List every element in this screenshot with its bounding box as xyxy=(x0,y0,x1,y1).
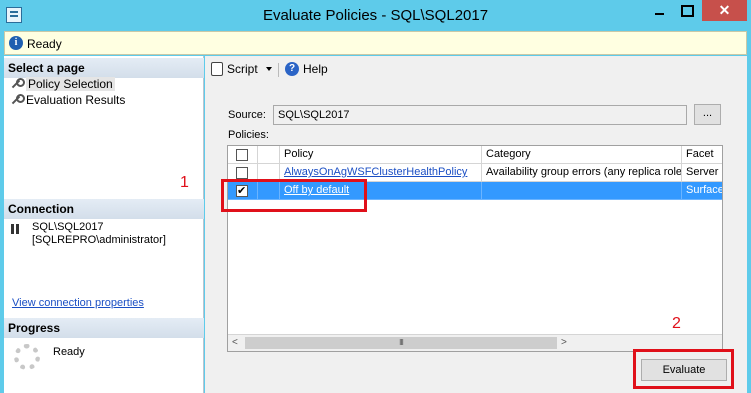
wrench-icon xyxy=(10,78,25,90)
browse-button[interactable]: ... xyxy=(694,104,721,125)
toolbar-separator xyxy=(278,63,279,77)
window-title: Evaluate Policies - SQL\SQL2017 xyxy=(262,7,489,24)
category-cell: Availability group errors (any replica r… xyxy=(482,164,682,182)
maximize-button[interactable] xyxy=(674,0,700,21)
info-icon: i xyxy=(9,36,23,50)
grid-header-row: Policy Category Facet xyxy=(228,146,722,164)
facet-cell: Server xyxy=(682,164,722,182)
script-label: Script xyxy=(227,62,258,76)
policy-checkbox[interactable] xyxy=(236,167,248,179)
status-text: Ready xyxy=(27,37,62,51)
main-pane: Script ? Help Source: SQL\SQL2017 ... Po… xyxy=(205,56,747,393)
select-all-checkbox[interactable] xyxy=(236,149,248,161)
script-icon xyxy=(211,62,223,76)
scroll-left-arrow[interactable]: < xyxy=(232,337,238,348)
connection-icon xyxy=(10,222,24,236)
column-header-policy[interactable]: Policy xyxy=(280,146,482,164)
select-page-header: Select a page xyxy=(4,58,204,78)
column-header-category[interactable]: Category xyxy=(482,146,682,164)
page-evaluation-results[interactable]: Evaluation Results xyxy=(10,92,125,108)
page-label: Evaluation Results xyxy=(26,93,126,107)
help-button[interactable]: ? Help xyxy=(285,62,328,76)
help-label: Help xyxy=(303,62,328,76)
policies-label: Policies: xyxy=(228,129,269,141)
script-button[interactable]: Script xyxy=(211,62,272,76)
annotation-number-2: 2 xyxy=(672,315,681,332)
close-button[interactable]: ✕ xyxy=(702,0,747,21)
source-field[interactable]: SQL\SQL2017 xyxy=(273,105,687,125)
toolbar: Script ? Help xyxy=(205,56,747,83)
scroll-thumb[interactable]: III xyxy=(245,337,557,349)
title-bar: Evaluate Policies - SQL\SQL2017 ✕ xyxy=(0,0,751,31)
policy-link[interactable]: AlwaysOnAgWSFClusterHealthPolicy xyxy=(284,166,467,178)
column-header-facet[interactable]: Facet xyxy=(682,146,722,164)
wrench-icon xyxy=(10,94,25,106)
facet-cell: Surface xyxy=(682,182,722,200)
connection-server: SQL\SQL2017 xyxy=(32,221,104,233)
minimize-button[interactable] xyxy=(646,0,672,21)
page-policy-selection[interactable]: Policy Selection xyxy=(10,76,115,92)
view-connection-properties-link[interactable]: View connection properties xyxy=(12,297,144,309)
page-label: Policy Selection xyxy=(26,77,115,91)
connection-header: Connection xyxy=(4,199,204,219)
source-label: Source: xyxy=(228,109,266,121)
progress-status: Ready xyxy=(53,346,85,358)
progress-header: Progress xyxy=(4,318,204,338)
annotation-box-1 xyxy=(221,179,367,212)
connection-user: [SQLREPRO\administrator] xyxy=(32,234,166,246)
annotation-number-1: 1 xyxy=(180,174,189,191)
annotation-box-2 xyxy=(633,349,734,389)
scroll-right-arrow[interactable]: > xyxy=(561,337,567,348)
progress-spinner-icon xyxy=(14,344,40,370)
policies-grid[interactable]: Policy Category Facet AlwaysOnAgWSFClust… xyxy=(227,145,723,352)
status-bar: i Ready xyxy=(4,31,747,55)
left-pane: Select a page Policy Selection Evaluatio… xyxy=(4,56,204,393)
chevron-down-icon[interactable] xyxy=(265,67,272,71)
header-select-all[interactable] xyxy=(228,146,258,164)
help-icon: ? xyxy=(285,62,299,76)
connection-info: SQL\SQL2017 [SQLREPRO\administrator] xyxy=(32,221,166,247)
header-spacer xyxy=(258,146,280,164)
category-cell xyxy=(482,182,682,200)
